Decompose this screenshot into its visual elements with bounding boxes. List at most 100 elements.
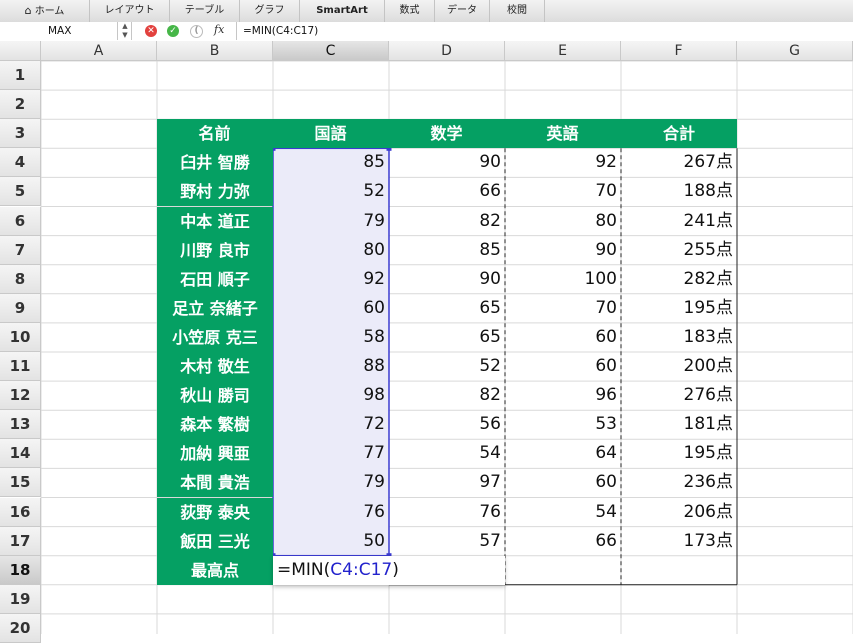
table-name-cell[interactable]: 足立 奈緒子 [157,293,273,323]
table-name-cell[interactable]: 野村 力弥 [157,177,273,207]
table-value-cell[interactable]: 64 [505,439,621,468]
row-header-6[interactable]: 6 [0,206,41,236]
table-footer-label[interactable]: 最高点 [157,555,273,585]
table-name-cell[interactable]: 加納 興亜 [157,439,273,469]
table-header-cell[interactable]: 英語 [505,119,621,149]
table-value-cell[interactable]: 200点 [621,352,737,381]
table-header-cell[interactable]: 合計 [621,119,737,149]
table-name-cell[interactable]: 石田 順子 [157,264,273,294]
table-value-cell[interactable]: 52 [389,352,505,381]
row-header-12[interactable]: 12 [0,381,41,411]
table-value-cell[interactable]: 79 [273,207,389,236]
table-name-cell[interactable]: 中本 道正 [157,206,273,236]
table-value-cell[interactable]: 54 [505,498,621,527]
table-value-cell[interactable]: 60 [273,294,389,323]
table-value-cell[interactable]: 82 [389,207,505,236]
table-value-cell[interactable]: 90 [389,265,505,294]
table-value-cell[interactable]: 77 [273,439,389,468]
table-value-cell[interactable]: 241点 [621,207,737,236]
table-value-cell[interactable]: 90 [505,236,621,265]
row-header-5[interactable]: 5 [0,177,41,207]
table-value-cell[interactable]: 72 [273,410,389,439]
row-header-17[interactable]: 17 [0,526,41,556]
table-value-cell[interactable]: 80 [273,236,389,265]
table-header-cell[interactable]: 名前 [157,119,273,149]
row-header-10[interactable]: 10 [0,322,41,352]
table-value-cell[interactable]: 79 [273,468,389,497]
row-header-3[interactable]: 3 [0,119,41,149]
table-value-cell[interactable]: 181点 [621,410,737,439]
row-header-4[interactable]: 4 [0,148,41,178]
table-value-cell[interactable]: 56 [389,410,505,439]
table-name-cell[interactable]: 臼井 智勝 [157,148,273,178]
table-value-cell[interactable]: 88 [273,352,389,381]
table-value-cell[interactable]: 195点 [621,439,737,468]
table-value-cell[interactable]: 97 [389,468,505,497]
table-value-cell[interactable]: 58 [273,323,389,352]
table-name-cell[interactable]: 荻野 泰央 [157,497,273,527]
table-value-cell[interactable]: 60 [505,323,621,352]
table-value-cell[interactable]: 54 [389,439,505,468]
row-header-15[interactable]: 15 [0,468,41,498]
table-value-cell[interactable]: 255点 [621,236,737,265]
table-value-cell[interactable]: 85 [273,148,389,177]
table-value-cell[interactable]: 92 [273,265,389,294]
table-value-cell[interactable]: 236点 [621,468,737,497]
table-header-cell[interactable]: 数学 [389,119,505,149]
row-header-7[interactable]: 7 [0,235,41,265]
table-value-cell[interactable]: 53 [505,410,621,439]
row-header-9[interactable]: 9 [0,293,41,323]
table-value-cell[interactable]: 76 [389,498,505,527]
table-value-cell[interactable]: 195点 [621,294,737,323]
row-header-11[interactable]: 11 [0,352,41,382]
table-value-cell[interactable]: 66 [389,177,505,206]
table-name-cell[interactable]: 小笠原 克三 [157,322,273,352]
table-value-cell[interactable]: 188点 [621,177,737,206]
table-value-cell[interactable]: 98 [273,381,389,410]
table-value-cell[interactable]: 66 [505,527,621,556]
table-header-cell[interactable]: 国語 [273,119,389,149]
table-value-cell[interactable]: 90 [389,148,505,177]
table-name-cell[interactable]: 飯田 三光 [157,526,273,556]
row-header-18[interactable]: 18 [0,555,41,585]
cell-editor[interactable]: =MIN(C4:C17) [273,555,505,585]
table-name-cell[interactable]: 木村 敬生 [157,352,273,382]
table-name-cell[interactable]: 秋山 勝司 [157,381,273,411]
table-value-cell[interactable]: 70 [505,294,621,323]
row-header-8[interactable]: 8 [0,264,41,294]
select-all-corner[interactable] [0,41,41,61]
table-value-cell[interactable]: 52 [273,177,389,206]
table-value-cell[interactable]: 60 [505,468,621,497]
column-header-a[interactable]: A [41,41,157,61]
column-header-e[interactable]: E [505,41,621,61]
column-header-g[interactable]: G [737,41,853,61]
table-name-cell[interactable]: 本間 貴浩 [157,468,273,498]
table-value-cell[interactable]: 80 [505,207,621,236]
table-value-cell[interactable]: 65 [389,294,505,323]
column-header-c[interactable]: C [273,41,389,61]
table-name-cell[interactable]: 森本 繁樹 [157,410,273,440]
column-header-b[interactable]: B [157,41,273,61]
column-header-f[interactable]: F [621,41,737,61]
table-value-cell[interactable]: 276点 [621,381,737,410]
row-header-1[interactable]: 1 [0,61,41,91]
table-value-cell[interactable]: 92 [505,148,621,177]
table-value-cell[interactable]: 282点 [621,265,737,294]
table-value-cell[interactable]: 50 [273,527,389,556]
table-value-cell[interactable]: 173点 [621,527,737,556]
table-value-cell[interactable]: 183点 [621,323,737,352]
table-value-cell[interactable]: 65 [389,323,505,352]
table-value-cell[interactable]: 57 [389,527,505,556]
table-value-cell[interactable]: 100 [505,265,621,294]
table-value-cell[interactable]: 267点 [621,148,737,177]
table-value-cell[interactable]: 60 [505,352,621,381]
row-header-14[interactable]: 14 [0,439,41,469]
table-value-cell[interactable]: 70 [505,177,621,206]
table-name-cell[interactable]: 川野 良市 [157,235,273,265]
table-value-cell[interactable]: 96 [505,381,621,410]
table-value-cell[interactable]: 206点 [621,498,737,527]
row-header-19[interactable]: 19 [0,584,41,614]
row-header-16[interactable]: 16 [0,497,41,527]
table-value-cell[interactable]: 82 [389,381,505,410]
row-header-13[interactable]: 13 [0,410,41,440]
